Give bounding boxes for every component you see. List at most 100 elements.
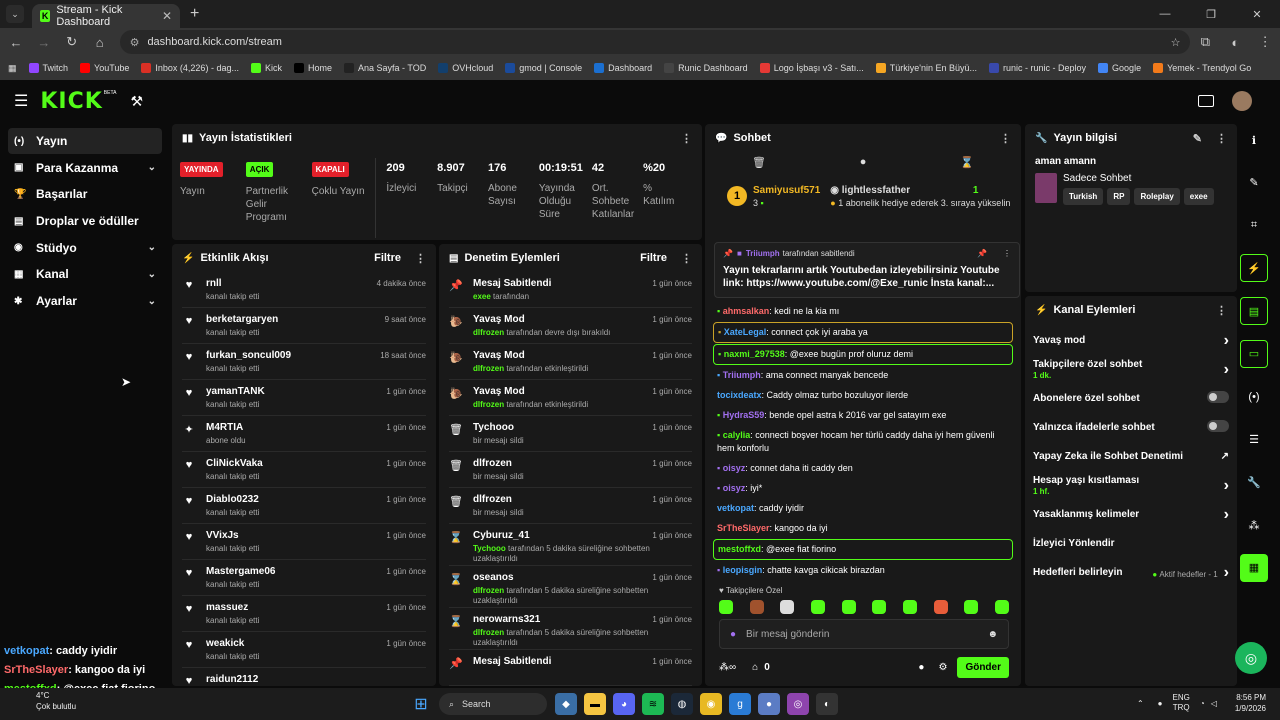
stats-menu-icon[interactable]: ⋮	[681, 132, 692, 145]
bookmark-item[interactable]: Inbox (4,226) - dag...	[141, 63, 239, 73]
bookmark-star-icon[interactable]: ☆	[1171, 36, 1181, 49]
external-link-icon[interactable]: ↗	[1221, 451, 1229, 462]
sidebar-item[interactable]: (•) Yayın	[8, 128, 162, 154]
profile-icon[interactable]: ◐	[1220, 35, 1250, 50]
chat-username[interactable]: ahmsalkan	[723, 306, 770, 316]
bookmark-item[interactable]: Yemek - Trendyol Go	[1153, 63, 1251, 73]
emote-icon[interactable]	[994, 600, 1009, 614]
activity-item[interactable]: ♥ massuez kanalı takip etti 1 gün önce	[182, 596, 426, 632]
chevron-down-icon[interactable]: ⌄	[148, 296, 156, 307]
mic-icon[interactable]: ●	[730, 629, 736, 640]
chat-username[interactable]: calylia	[723, 430, 751, 440]
moderation-item[interactable]: 📌 Mesaj Sabitlendi 1 gün önce	[449, 650, 692, 686]
chat-username[interactable]: SrTheSlayer	[717, 523, 770, 533]
channel-action[interactable]: İzleyici Yönlendir	[1033, 529, 1229, 558]
gifter-1[interactable]: Samiyusuf571	[753, 185, 820, 196]
bookmark-item[interactable]: OVHcloud	[438, 63, 493, 73]
moderation-item[interactable]: 🗑 Tychooo bir mesajı sildi 1 gün önce	[449, 416, 692, 452]
moderation-actor[interactable]: dlfrozen	[473, 328, 504, 337]
chat-menu-icon[interactable]: ⋮	[1000, 132, 1011, 145]
chevron-right-icon[interactable]: ›	[1224, 506, 1229, 523]
activity-user[interactable]: berketargaryen	[206, 314, 385, 325]
channel-action[interactable]: Hesap yaşı kısıtlaması 1 hf. ›	[1033, 471, 1229, 500]
windows-start-icon[interactable]: ⊞	[410, 693, 432, 715]
chat-message[interactable]: ▪ oisyz: iyi*	[713, 479, 1013, 498]
emote-icon[interactable]	[719, 600, 733, 614]
sidebar-item[interactable]: ▤ Droplar ve ödüller	[8, 208, 162, 234]
channel-action[interactable]: Hedefleri belirleyin ● Aktif hedefler - 1…	[1033, 558, 1229, 587]
chat-message[interactable]: ▪ HydraS59: bende opel astra k 2016 var …	[713, 406, 1013, 425]
mic-tray-icon[interactable]: ●	[1158, 699, 1163, 708]
sidebar-item[interactable]: 🏆 Başarılar	[8, 181, 162, 207]
github-icon[interactable]: ◐	[816, 693, 838, 715]
tray-arrow-icon[interactable]: ⌃	[1137, 699, 1144, 708]
activity-item[interactable]: ♥ rnll kanalı takip etti 4 dakika önce	[182, 272, 426, 308]
spotify-icon[interactable]: ≋	[642, 693, 664, 715]
language-indicator[interactable]: ENG TRQ	[1173, 693, 1190, 713]
new-tab-icon[interactable]: +	[190, 5, 199, 23]
moderation-actor[interactable]: dlfrozen	[473, 400, 504, 409]
chrome-icon[interactable]: ◉	[700, 693, 722, 715]
activity-user[interactable]: Mastergame06	[206, 566, 386, 577]
chat-username[interactable]: leopisgin	[723, 565, 763, 575]
emote-icon[interactable]	[780, 600, 795, 614]
activity-user[interactable]: VVixJs	[206, 530, 386, 541]
store-icon[interactable]: ⌂	[752, 662, 758, 673]
home-icon[interactable]: ⌂	[88, 35, 112, 50]
bookmark-item[interactable]: Runic Dashboard	[664, 63, 748, 73]
unpin-icon[interactable]: 📌	[977, 249, 987, 258]
chat-mode-icon[interactable]: ●	[860, 156, 867, 168]
emote-icon[interactable]	[749, 600, 764, 614]
channel-action[interactable]: Yapay Zeka ile Sohbet Denetimi ↗	[1033, 442, 1229, 471]
chat-icon[interactable]: ▭	[1240, 339, 1268, 368]
activity-item[interactable]: ♥ berketargaryen kanalı takip etti 9 saat ö…	[182, 308, 426, 344]
activity-user[interactable]: furkan_soncul009	[206, 350, 380, 361]
chevron-right-icon[interactable]: ›	[1224, 332, 1229, 349]
tools-icon[interactable]: ⚒	[130, 93, 143, 110]
browser-tab[interactable]: K Stream - Kick Dashboard ✕	[32, 4, 180, 28]
tool-icon[interactable]: 🔧	[1240, 468, 1268, 496]
info-icon[interactable]: ℹ	[1240, 126, 1268, 154]
chat-username[interactable]: Triiumph	[723, 370, 761, 380]
stream-tag[interactable]: Roleplay	[1134, 188, 1180, 205]
tab-search-icon[interactable]: ⌄	[6, 5, 24, 23]
stream-info-menu-icon[interactable]: ⋮	[1216, 132, 1227, 145]
chevron-down-icon[interactable]: ⌄	[148, 242, 156, 253]
chat-username[interactable]: tocixdeatx	[717, 390, 762, 400]
activity-user[interactable]: rnll	[206, 278, 377, 289]
channel-action[interactable]: Yalnızca ifadelerle sohbet	[1033, 413, 1229, 442]
g-app-icon[interactable]: g	[729, 693, 751, 715]
hamburger-menu-icon[interactable]: ☰	[14, 91, 28, 111]
chevron-down-icon[interactable]: ⌄	[148, 269, 156, 280]
stream-tag[interactable]: RP	[1107, 188, 1131, 205]
chevron-down-icon[interactable]: ⌄	[148, 162, 156, 173]
bookmark-item[interactable]: Ana Sayfa - TOD	[344, 63, 426, 73]
taskbar-search[interactable]: ⌕ Search	[439, 693, 547, 715]
bookmark-item[interactable]: YouTube	[80, 63, 129, 73]
file-explorer-icon[interactable]: ▬	[584, 693, 606, 715]
moderation-item[interactable]: 🗑 dlfrozen bir mesajı sildi 1 gün önce	[449, 488, 692, 524]
emote-icon[interactable]	[964, 600, 979, 614]
crop-icon[interactable]: ⌗	[1240, 212, 1268, 240]
chat-message[interactable]: tocixdeatx: Caddy olmaz turbo bozuluyor …	[713, 386, 1013, 405]
channel-action[interactable]: Takipçilere özel sohbet 1 dk. ›	[1033, 355, 1229, 384]
discord-icon[interactable]: ◕	[613, 693, 635, 715]
chat-message[interactable]: ▪ Triiumph: ama connect manyak bencede	[713, 366, 1013, 385]
moderation-item[interactable]: 🗑 dlfrozen bir mesajı sildi 1 gün önce	[449, 452, 692, 488]
kick-logo[interactable]: KICK	[40, 89, 102, 114]
bookmark-item[interactable]: Logo İşbaşı v3 - Satı...	[759, 63, 864, 73]
activity-user[interactable]: M4RTIA	[206, 422, 386, 433]
chat-message[interactable]: ▪ calylia: connecti boşver hocam her tür…	[713, 426, 1013, 458]
moderation-item[interactable]: 🐌 Yavaş Mod dlfrozen tarafından etkinleşti…	[449, 380, 692, 416]
activity-item[interactable]: ✦ M4RTIA abone oldu 1 gün önce	[182, 416, 426, 452]
stream-tag[interactable]: Turkish	[1063, 188, 1104, 205]
chevron-right-icon[interactable]: ›	[1224, 564, 1229, 581]
moderation-filter-button[interactable]: Filtre	[640, 252, 667, 264]
send-button[interactable]: Gönder	[957, 656, 1009, 678]
sidebar-item[interactable]: ✱ Ayarlar ⌄	[8, 288, 162, 314]
chat-message[interactable]: ▪ oisyz: connet daha iti caddy den	[713, 459, 1013, 478]
document-icon[interactable]: ▤	[1240, 297, 1268, 326]
moderation-item[interactable]: 📌 Mesaj Sabitlendi exee tarafından 1 gün ön…	[449, 272, 692, 308]
edit-icon[interactable]: ✎	[1193, 132, 1202, 145]
moderation-item[interactable]: 🐌 Yavaş Mod dlfrozen tarafından etkinleşti…	[449, 344, 692, 380]
